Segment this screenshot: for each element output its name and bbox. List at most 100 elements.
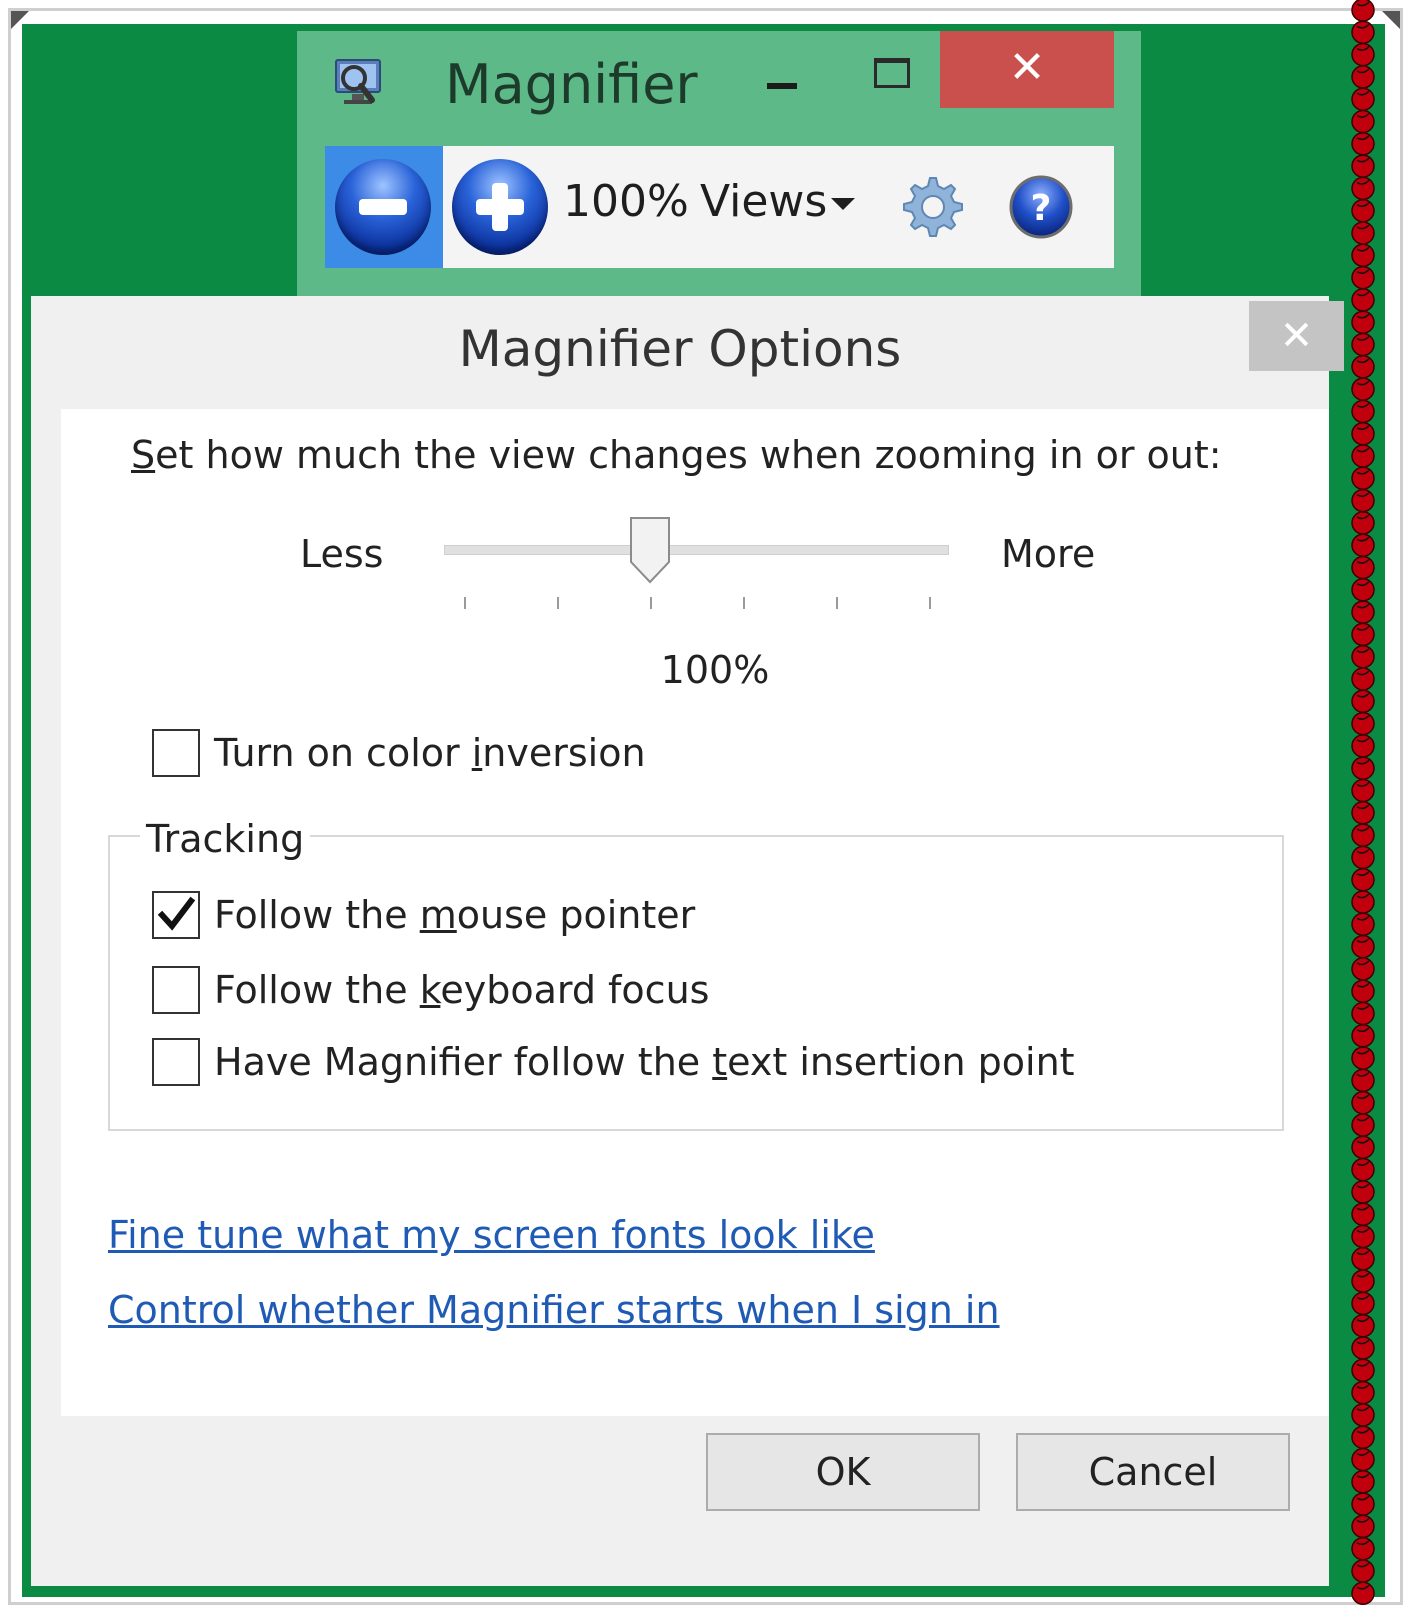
cherry-icon	[1351, 1269, 1375, 1293]
label-text: Have Magnifier follow the	[214, 1040, 713, 1084]
help-icon[interactable]: ?	[1008, 174, 1074, 240]
cherry-icon	[1351, 711, 1375, 736]
cherry-icon	[1351, 778, 1375, 803]
cherry-icon	[1351, 1581, 1375, 1606]
label-text: et how much the view changes when zoomin…	[155, 433, 1222, 477]
cherry-icon	[1351, 1180, 1375, 1204]
cherry-icon	[1351, 867, 1375, 892]
cherry-icon	[1351, 1291, 1375, 1316]
cherry-icon	[1351, 979, 1375, 1003]
cherry-icon	[1351, 20, 1375, 45]
cherry-icon	[1351, 0, 1375, 22]
cherry-icon	[1351, 533, 1375, 557]
magnifier-toolbar: 100% Views ?	[325, 146, 1114, 268]
cherry-icon	[1351, 109, 1375, 134]
cherry-icon	[1351, 1358, 1375, 1383]
cherry-icon	[1351, 332, 1375, 357]
fine-tune-fonts-link[interactable]: Fine tune what my screen fonts look like	[108, 1213, 875, 1257]
cherry-icon	[1351, 1492, 1375, 1516]
svg-text:?: ?	[1031, 188, 1052, 229]
magnifier-options-dialog: Magnifier Options ✕ Set how much the vie…	[31, 296, 1344, 1586]
minimize-icon[interactable]	[767, 83, 797, 89]
slider-tick	[743, 597, 745, 609]
maximize-icon[interactable]	[874, 58, 910, 88]
cherry-icon	[1351, 1113, 1375, 1137]
cherry-icon	[1351, 957, 1375, 981]
dialog-body: Set how much the view changes when zoomi…	[61, 409, 1329, 1416]
cherry-icon	[1351, 444, 1375, 468]
magnifier-title: Magnifier	[445, 53, 698, 116]
cherry-icon	[1351, 399, 1375, 424]
cherry-icon	[1351, 154, 1375, 178]
close-icon: ✕	[1008, 42, 1046, 93]
cherry-border-decoration	[1351, 0, 1375, 1606]
color-inversion-checkbox[interactable]	[152, 729, 200, 777]
startup-control-link[interactable]: Control whether Magnifier starts when I …	[108, 1288, 1000, 1332]
zoom-out-icon[interactable]	[335, 159, 431, 255]
follow-text-insertion-checkbox[interactable]	[152, 1038, 200, 1086]
cherry-icon	[1351, 1313, 1375, 1338]
views-menu[interactable]: Views	[700, 176, 827, 227]
mnemonic-letter: k	[419, 968, 441, 1012]
cherry-icon	[1351, 823, 1375, 847]
slider-tick	[557, 597, 559, 609]
dialog-title: Magnifier Options	[458, 320, 902, 378]
cherry-icon	[1351, 466, 1375, 491]
cherry-icon	[1351, 310, 1375, 334]
follow-keyboard-checkbox[interactable]	[152, 966, 200, 1014]
mnemonic-letter: t	[712, 1040, 728, 1084]
cherry-icon	[1351, 1470, 1375, 1494]
ok-button[interactable]: OK	[706, 1433, 980, 1511]
gear-icon[interactable]	[900, 174, 966, 240]
label-text: eyboard focus	[440, 968, 710, 1012]
cherry-icon	[1351, 689, 1375, 714]
follow-mouse-label[interactable]: Follow the mouse pointer	[214, 893, 695, 937]
mnemonic-letter: i	[471, 731, 483, 775]
cancel-button[interactable]: Cancel	[1016, 1433, 1290, 1511]
cherry-icon	[1351, 1380, 1375, 1405]
zoom-step-slider[interactable]	[444, 545, 949, 555]
cherry-icon	[1351, 1046, 1375, 1070]
cherry-icon	[1351, 1447, 1375, 1472]
cherry-icon	[1351, 1157, 1375, 1182]
follow-keyboard-label[interactable]: Follow the keyboard focus	[214, 968, 709, 1012]
mnemonic-letter: m	[419, 893, 457, 937]
cherry-icon	[1351, 912, 1375, 937]
cherry-icon	[1351, 845, 1375, 870]
cherry-icon	[1351, 221, 1375, 245]
cherry-icon	[1351, 176, 1375, 201]
follow-text-insertion-label[interactable]: Have Magnifier follow the text insertion…	[214, 1040, 1075, 1084]
cherry-icon	[1351, 42, 1375, 67]
cherry-icon	[1351, 1001, 1375, 1026]
cherry-icon	[1351, 421, 1375, 446]
cherry-icon	[1351, 622, 1375, 647]
label-text: ouse pointer	[456, 893, 696, 937]
cherry-icon	[1351, 1536, 1375, 1561]
close-button[interactable]: ✕	[940, 31, 1114, 108]
dialog-close-button[interactable]: ✕	[1249, 301, 1344, 371]
zoom-in-icon[interactable]	[452, 159, 548, 255]
mnemonic-letter: S	[131, 433, 156, 477]
chevron-down-icon[interactable]	[831, 198, 855, 210]
slider-thumb[interactable]	[629, 516, 671, 584]
cherry-icon	[1351, 1247, 1375, 1271]
label-text: Follow the	[214, 893, 420, 937]
cherry-icon	[1351, 734, 1375, 758]
cherry-icon	[1351, 265, 1375, 290]
cherry-icon	[1351, 1425, 1375, 1449]
cherry-icon	[1351, 132, 1375, 156]
cherry-icon	[1351, 1336, 1375, 1360]
slider-tick	[836, 597, 838, 609]
cherry-icon	[1351, 934, 1375, 959]
cherry-icon	[1351, 1514, 1375, 1539]
cherry-icon	[1351, 377, 1375, 401]
cherry-icon	[1351, 578, 1375, 602]
cherry-icon	[1351, 1559, 1375, 1583]
cherry-icon	[1351, 1090, 1375, 1115]
color-inversion-label[interactable]: Turn on color inversion	[214, 731, 646, 775]
cherry-icon	[1351, 600, 1375, 624]
cherry-icon	[1351, 555, 1375, 580]
cherry-icon	[1351, 198, 1375, 223]
label-text: nversion	[482, 731, 646, 775]
follow-mouse-checkbox[interactable]	[152, 891, 200, 939]
